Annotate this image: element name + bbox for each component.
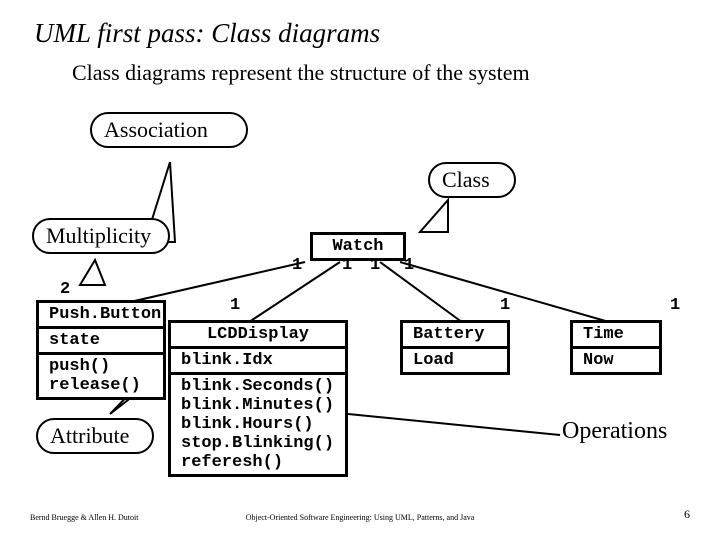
mult-watch-right: 1 (404, 256, 414, 275)
callout-operations: Operations (562, 418, 667, 445)
attr: state (49, 331, 153, 350)
op: blink.Seconds() (181, 377, 335, 396)
op: blink.Hours() (181, 415, 335, 434)
mult-pushbutton: 2 (60, 280, 70, 299)
callout-multiplicity: Multiplicity (32, 218, 170, 254)
slide-title: UML first pass: Class diagrams (34, 18, 380, 49)
footer-page: 6 (684, 507, 690, 522)
mult-lcd: 1 (230, 296, 240, 315)
slide-subtitle: Class diagrams represent the structure o… (72, 60, 530, 86)
class-name: LCDDisplay (171, 323, 345, 349)
class-ops: Load (403, 349, 507, 372)
op: referesh() (181, 453, 335, 472)
mult-watch-left: 1 (292, 256, 302, 275)
slide: UML first pass: Class diagrams Class dia… (0, 0, 720, 540)
uml-class-watch: Watch (310, 232, 406, 261)
class-attrs: state (39, 329, 163, 355)
op: Now (583, 351, 649, 370)
class-name: Push.Button (39, 303, 163, 329)
callout-attribute: Attribute (36, 418, 154, 454)
op: stop.Blinking() (181, 434, 335, 453)
op: release() (49, 376, 153, 395)
op: push() (49, 357, 153, 376)
class-ops: blink.Seconds() blink.Minutes() blink.Ho… (171, 375, 345, 474)
footer-title: Object-Oriented Software Engineering: Us… (0, 513, 720, 522)
class-ops: Now (573, 349, 659, 372)
op: blink.Minutes() (181, 396, 335, 415)
mult-watch-mid-l: 1 (342, 256, 352, 275)
mult-watch-mid-r: 1 (370, 256, 380, 275)
mult-battery: 1 (500, 296, 510, 315)
mult-time: 1 (670, 296, 680, 315)
uml-class-battery: Battery Load (400, 320, 510, 375)
callout-association: Association (90, 112, 248, 148)
callout-class: Class (428, 162, 516, 198)
class-name: Battery (403, 323, 507, 349)
class-name: Watch (313, 235, 403, 258)
uml-class-lcd: LCDDisplay blink.Idx blink.Seconds() bli… (168, 320, 348, 477)
uml-class-time: Time Now (570, 320, 662, 375)
op: Load (413, 351, 497, 370)
attr: blink.Idx (181, 351, 335, 370)
class-ops: push() release() (39, 355, 163, 397)
class-attrs: blink.Idx (171, 349, 345, 375)
uml-class-pushbutton: Push.Button state push() release() (36, 300, 166, 400)
class-name: Time (573, 323, 659, 349)
